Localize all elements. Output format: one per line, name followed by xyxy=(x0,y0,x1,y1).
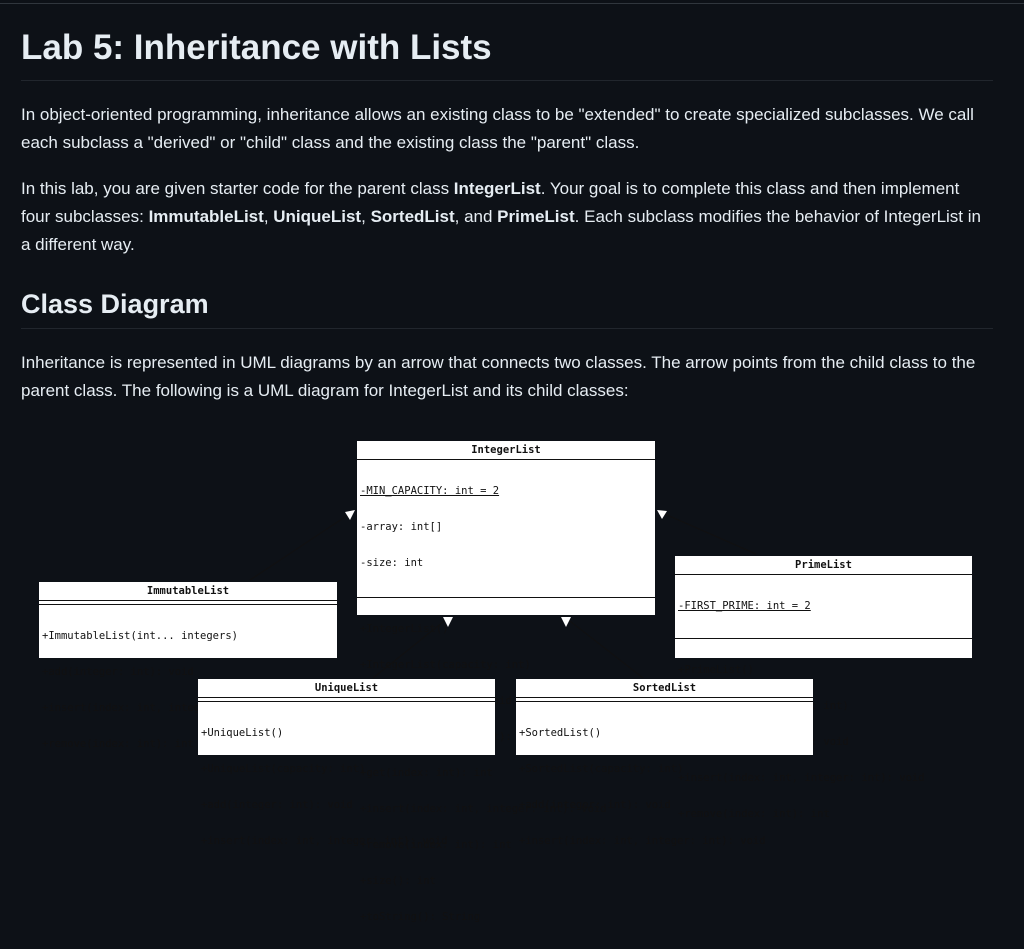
method: +ImmutableList(int... integers) xyxy=(42,630,238,642)
uml-class-diagram: IntegerList -MIN_CAPACITY: int = 2 -arra… xyxy=(0,0,1024,923)
arrowhead-immutable xyxy=(345,510,355,520)
class-box-uniquelist: UniqueList +UniqueList() +UniqueList(cap… xyxy=(198,679,495,847)
field-first-prime: -FIRST_PRIME: int = 2 xyxy=(678,600,811,612)
method: +add(integer: int): void xyxy=(201,799,353,811)
method: +IntegerList(capacity: int) xyxy=(360,659,531,671)
class-name: ImmutableList xyxy=(146,585,230,597)
fields-section: -MIN_CAPACITY: int = 2 -array: int[] -si… xyxy=(357,460,655,595)
method: +add(integer: int): void xyxy=(42,666,194,678)
method: +UniqueList() xyxy=(201,727,284,739)
fields-section: -FIRST_PRIME: int = 2 xyxy=(675,575,972,638)
field-size: -size: int xyxy=(360,557,424,569)
class-box-sortedlist: SortedList +SortedList() +SortedList(cap… xyxy=(516,679,813,847)
field-min-capacity: -MIN_CAPACITY: int = 2 xyxy=(360,485,500,497)
arrow-line-prime xyxy=(657,510,757,555)
methods-section: +UniqueList() +UniqueList(capacity: int)… xyxy=(198,702,495,873)
method: +insert(index: int, integer: int): void xyxy=(519,835,766,847)
class-name: IntegerList xyxy=(471,444,541,456)
method: +IntegerList() xyxy=(360,623,449,635)
methods-section: +SortedList() +SortedList(capacity: int)… xyxy=(516,702,813,873)
field-array: -array: int[] xyxy=(360,521,443,533)
class-box-integerlist: IntegerList -MIN_CAPACITY: int = 2 -arra… xyxy=(357,441,655,923)
class-box-primelist: PrimeList -FIRST_PRIME: int = 2 +PrimeLi… xyxy=(675,556,972,820)
fields-section xyxy=(39,601,337,603)
method: +SortedList(capacity: int) xyxy=(519,763,684,775)
class-box-immutablelist: ImmutableList +ImmutableList(int... inte… xyxy=(39,582,337,750)
class-name: UniqueList xyxy=(314,682,379,694)
method: +add(integer: int): void xyxy=(519,799,671,811)
class-name: PrimeList xyxy=(795,559,852,571)
class-name: SortedList xyxy=(632,682,697,694)
method: +SortedList() xyxy=(519,727,602,739)
method: +toString(): String xyxy=(360,911,481,923)
method: +UniqueList(capacity: int) xyxy=(201,763,366,775)
method: +PrimeList() xyxy=(678,664,754,676)
fields-section xyxy=(516,698,813,700)
method: +size(): int xyxy=(360,875,436,887)
fields-section xyxy=(198,698,495,700)
arrow-line-immutable xyxy=(249,510,355,581)
method: +insert(index: int, integer: int): void xyxy=(201,835,448,847)
